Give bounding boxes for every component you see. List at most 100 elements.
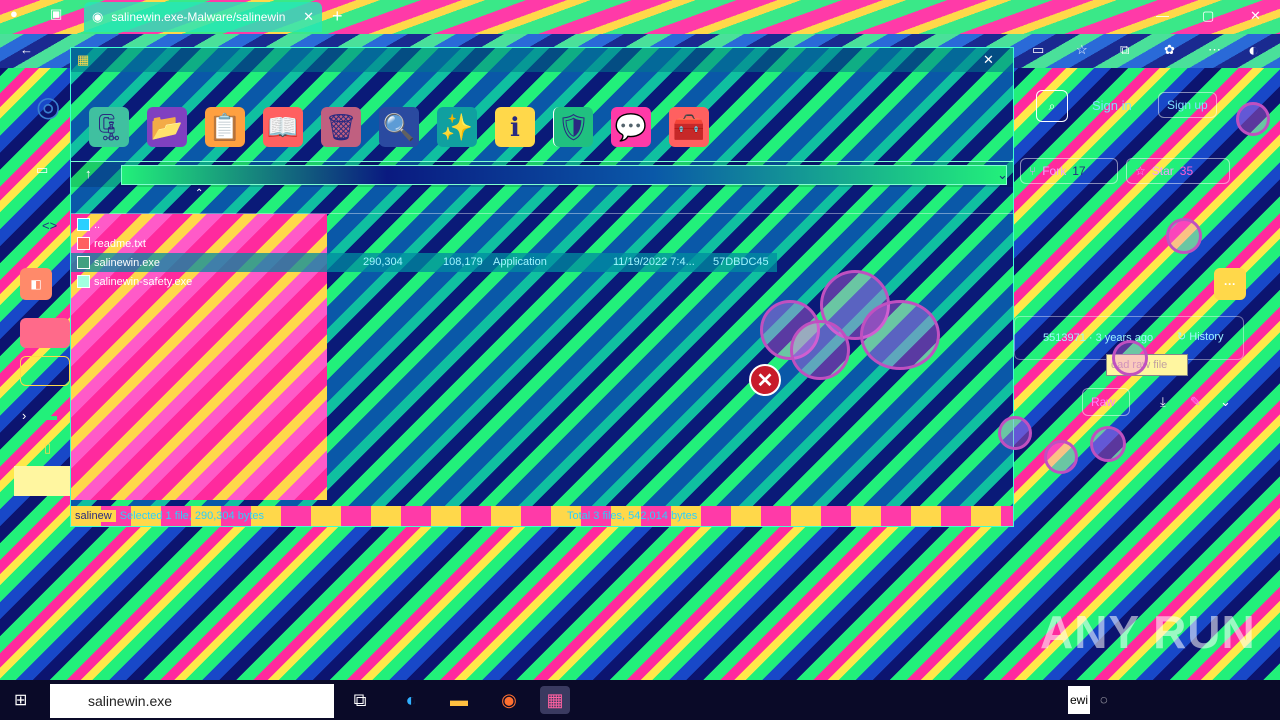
text-file-icon [77, 237, 90, 250]
cursor-artifact [860, 300, 940, 370]
find-icon[interactable]: 🔍 [379, 107, 419, 147]
start-icon[interactable]: ⊞ [14, 690, 27, 710]
fork-icon: ⑂ [1029, 164, 1037, 178]
firefox-icon[interactable]: ◉ [494, 686, 524, 714]
list-item[interactable]: readme.txt [71, 234, 331, 253]
history-link[interactable]: ↻ History [1177, 330, 1224, 343]
address-dropdown-icon[interactable]: ⌄ [997, 167, 1008, 183]
winrar-taskbar-icon[interactable]: ▦ [540, 686, 570, 714]
list-item[interactable]: salinewin-safety.exe [71, 272, 331, 291]
protect-icon[interactable]: 🧰 [669, 107, 709, 147]
status-bar: salinew Selected 1 file, 290,304 bytes T… [71, 506, 1013, 526]
edit-icon[interactable]: ✎ [1190, 394, 1201, 410]
star-count: 35 [1179, 164, 1194, 178]
fork-button[interactable]: ⑂ Fork 17 [1020, 158, 1118, 184]
status-path: salinew [71, 510, 116, 522]
chevron-down-icon[interactable]: ⌄ [1220, 394, 1231, 410]
extract-to-icon[interactable]: 📂 [147, 107, 187, 147]
star-label: Star [1151, 164, 1174, 178]
download-icon[interactable]: ⤓ [1160, 394, 1166, 410]
cursor-artifact [1044, 440, 1078, 474]
collections-icon[interactable]: ⧉ [1120, 42, 1129, 58]
back-icon[interactable]: ← [20, 42, 33, 57]
more-icon[interactable]: ⋯ [1208, 42, 1221, 58]
taskbar: ⊞ salinewin.exe ⧉ ◐ ▬ ◉ ▦ ewi ◌ [0, 680, 1280, 720]
star-button[interactable]: ☆ Star 35 [1126, 158, 1230, 184]
network-icon[interactable]: ◌ [1100, 692, 1108, 707]
file-size: 290,304 [363, 256, 403, 268]
winrar-toolbar: 🗜 📂 📋 📖 🗑 🔍 ✨ ℹ 🛡 💬 🧰 [71, 96, 1013, 158]
folder-icon[interactable]: ▬ [44, 408, 57, 423]
favorites-icon[interactable]: ☆ [1076, 42, 1088, 58]
profile-icon[interactable]: ● [10, 6, 18, 21]
sort-arrow-icon[interactable]: ⌃ [195, 188, 203, 199]
cursor-artifact [790, 320, 850, 380]
file-search-input[interactable] [20, 356, 70, 386]
history-label: History [1189, 331, 1224, 343]
code-icon[interactable]: <> [42, 218, 57, 233]
wizard-icon[interactable]: ✨ [437, 107, 477, 147]
workspaces-icon[interactable]: ▣ [50, 6, 62, 22]
exe-file-icon [77, 256, 90, 269]
tray-text: ewi [1068, 686, 1090, 714]
browser-tab-active[interactable]: ◉ salinewin.exe-Malware/salinewin ✕ [84, 2, 322, 32]
more-options-button[interactable]: ··· [1214, 268, 1246, 300]
file-explorer-icon[interactable]: ▬ [444, 686, 474, 714]
comment-icon[interactable]: 💬 [611, 107, 651, 147]
split-screen-icon[interactable]: ▭ [1032, 42, 1044, 58]
error-cursor-icon: ✕ [749, 364, 781, 396]
cursor-artifact [1112, 340, 1148, 376]
info-icon[interactable]: ℹ [495, 107, 535, 147]
fork-count: 17 [1072, 164, 1086, 178]
github-logo-icon[interactable]: ◎ [36, 90, 60, 123]
delete-icon[interactable]: 🗑 [321, 107, 361, 147]
virus-scan-icon[interactable]: 🛡 [553, 107, 593, 147]
extensions-icon[interactable]: ✿ [1164, 42, 1175, 58]
list-item[interactable]: .. [71, 215, 331, 234]
minimize-icon[interactable]: — [1156, 8, 1169, 23]
parent-folder-icon [77, 218, 90, 231]
taskbar-search-input[interactable]: salinewin.exe [50, 684, 334, 718]
test-icon[interactable]: 📋 [205, 107, 245, 147]
branch-selector[interactable] [20, 318, 70, 348]
browser-tab-bar: ● ▣ ◉ salinewin.exe-Malware/salinewin ✕ … [0, 0, 1280, 34]
star-icon: ☆ [1135, 164, 1146, 178]
list-item[interactable]: salinewin.exe [71, 253, 331, 272]
file-type: Application [493, 256, 547, 268]
view-icon[interactable]: 📖 [263, 107, 303, 147]
raw-button[interactable]: Raw [1082, 388, 1130, 416]
file-icon[interactable]: ▯ [44, 440, 51, 456]
sidebar-toggle-button[interactable]: ◧ [20, 268, 52, 300]
sign-up-label: Sign up [1167, 98, 1208, 112]
up-arrow-icon[interactable]: ↑ [85, 166, 92, 181]
exe-file-icon [77, 275, 90, 288]
copilot-icon[interactable]: ◐ [1248, 40, 1259, 61]
sign-in-link[interactable]: Sign in [1092, 98, 1132, 113]
status-selected: Selected 1 file, 290,304 bytes [119, 510, 265, 522]
file-name: readme.txt [94, 237, 146, 250]
cursor-artifact [998, 416, 1032, 450]
anyrun-watermark: ANY RUN [1040, 606, 1256, 658]
tab-title: salinewin.exe-Malware/salinewin [111, 10, 286, 24]
file-name: .. [94, 218, 101, 231]
winrar-app-icon: ▦ [77, 52, 90, 67]
cursor-artifact [1166, 218, 1202, 254]
sign-up-button[interactable]: Sign up [1158, 92, 1217, 118]
file-item-selected[interactable] [14, 466, 70, 496]
status-total: Total 3 files, 542,014 bytes [567, 510, 698, 522]
github-icon: ◉ [92, 9, 104, 24]
edge-icon[interactable]: ◐ [396, 686, 426, 714]
search-icon[interactable]: ⌕ [1036, 90, 1068, 122]
address-field[interactable] [121, 165, 1007, 185]
column-headers: ⌃ [71, 188, 1013, 214]
task-view-icon[interactable]: ⧉ [345, 686, 375, 714]
maximize-icon[interactable]: ▢ [1202, 8, 1214, 24]
winrar-close-icon[interactable]: ✕ [983, 52, 994, 68]
window-close-icon[interactable]: ✕ [1250, 8, 1261, 24]
fork-label: Fork [1042, 164, 1067, 178]
new-tab-button[interactable]: + [332, 6, 343, 27]
folder-chevron-icon[interactable]: › [22, 408, 26, 423]
add-icon[interactable]: 🗜 [89, 107, 129, 147]
file-packed: 108,179 [443, 256, 483, 268]
close-icon[interactable]: ✕ [303, 9, 314, 25]
